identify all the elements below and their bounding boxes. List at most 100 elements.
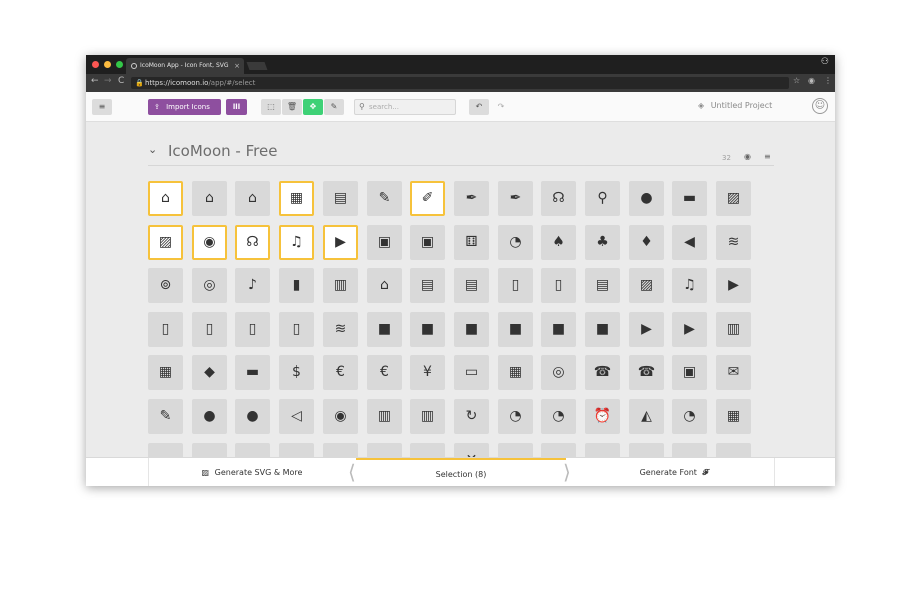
icon-tile[interactable]: ♣ [585,225,620,260]
icon-tile[interactable]: ⌂ [148,181,183,216]
icon-tile[interactable]: ◔ [541,399,576,434]
icon-tile[interactable]: ◀ [672,225,707,260]
icon-tile[interactable]: ▯ [148,312,183,347]
select-tool-button[interactable]: ⬚ [261,99,281,115]
icon-tile[interactable]: ▦ [279,181,314,216]
icon-tile[interactable]: ⌂ [367,268,402,303]
address-bar[interactable]: 🔒 https://icomoon.io/app/#/select [131,77,789,89]
icon-tile[interactable]: ▶ [672,312,707,347]
set-menu-icon[interactable]: ≡ [764,152,771,161]
icon-tile[interactable]: ▦ [148,355,183,390]
edit-tool-button[interactable]: ✎ [324,99,344,115]
icon-tile[interactable]: ▯ [498,268,533,303]
icon-tile[interactable]: ◁ [279,399,314,434]
icon-tile[interactable]: ♪ [235,268,270,303]
icon-tile[interactable]: ☊ [541,181,576,216]
icon-tile[interactable]: € [323,355,358,390]
icon-tile[interactable]: ≋ [716,225,751,260]
icon-tile[interactable]: ■ [410,312,445,347]
icon-tile[interactable]: ♫ [279,225,314,260]
minimize-window-button[interactable] [104,61,111,68]
icon-tile[interactable]: ✐ [410,181,445,216]
icon-tile[interactable]: ♠ [541,225,576,260]
icon-tile[interactable]: ⊚ [148,268,183,303]
import-icons-button[interactable]: ⇪ Import Icons [148,99,221,115]
account-smiley-icon[interactable]: ☺ [812,98,828,114]
icon-tile[interactable]: ▨ [148,225,183,260]
forward-icon[interactable]: → [104,76,112,86]
icon-tile[interactable]: ☎ [629,355,664,390]
icon-tile[interactable]: ✉ [716,355,751,390]
icon-tile[interactable]: ▤ [454,268,489,303]
icon-tile[interactable]: ⏰ [585,399,620,434]
icon-tile[interactable]: ⌂ [235,181,270,216]
undo-button[interactable]: ↶ [469,99,489,115]
browser-menu-icon[interactable]: ⋮ [824,76,832,85]
bookmark-star-icon[interactable]: ☆ [793,76,800,85]
icon-tile[interactable]: ● [235,399,270,434]
back-icon[interactable]: ← [91,76,99,86]
icon-tile[interactable]: ▯ [279,312,314,347]
icon-tile[interactable]: ▨ [716,181,751,216]
icon-tile[interactable]: ⌂ [192,181,227,216]
icon-tile[interactable]: ▤ [410,268,445,303]
icon-tile[interactable]: ⚅ [454,225,489,260]
icon-tile[interactable]: ▶ [629,312,664,347]
icon-tile[interactable]: ▨ [629,268,664,303]
move-tool-button[interactable]: ✥ [303,99,323,115]
icon-tile[interactable]: ☊ [235,225,270,260]
icon-tile[interactable]: ♦ [629,225,664,260]
icon-tile[interactable]: ☎ [585,355,620,390]
icon-tile[interactable]: ◉ [192,225,227,260]
reload-icon[interactable]: C [118,76,124,86]
icon-tile[interactable]: ⚲ [585,181,620,216]
icon-tile[interactable]: ✒ [498,181,533,216]
redo-button[interactable]: ↷ [491,99,511,115]
icon-tile[interactable]: ● [192,399,227,434]
icon-tile[interactable]: ◔ [498,399,533,434]
icon-tile[interactable]: ▬ [235,355,270,390]
icon-tile[interactable]: ▥ [367,399,402,434]
close-window-button[interactable] [92,61,99,68]
icon-tile[interactable]: ▥ [716,312,751,347]
icon-tile[interactable]: ▮ [279,268,314,303]
icon-tile[interactable]: ◎ [541,355,576,390]
icon-tile[interactable]: ▤ [585,268,620,303]
icon-tile[interactable]: $ [279,355,314,390]
icon-tile[interactable]: ▦ [716,399,751,434]
icon-tile[interactable]: ¥ [410,355,445,390]
icon-tile[interactable]: ▯ [192,312,227,347]
new-tab-button[interactable] [246,62,268,70]
icon-tile[interactable]: ≋ [323,312,358,347]
icon-tile[interactable]: ♫ [672,268,707,303]
visibility-eye-icon[interactable]: ◉ [744,152,751,161]
icon-tile[interactable]: ● [629,181,664,216]
icon-tile[interactable]: ▯ [235,312,270,347]
icon-tile[interactable]: ▶ [323,225,358,260]
icon-tile[interactable]: € [367,355,402,390]
icon-tile[interactable]: ◉ [323,399,358,434]
icon-tile[interactable]: ▭ [454,355,489,390]
user-profile-icon[interactable]: ⚇ [821,57,829,67]
browser-tab[interactable]: IcoMoon App - Icon Font, SVG × [126,58,244,74]
selection-tab[interactable]: Selection (8) [356,458,566,486]
delete-tool-button[interactable]: 🗑 [282,99,302,115]
collapse-chevron-icon[interactable]: ⌄ [148,143,157,156]
tab-close-icon[interactable]: × [234,58,240,74]
icon-tile[interactable]: ■ [454,312,489,347]
icon-set-title[interactable]: IcoMoon - Free [168,142,277,160]
icon-tile[interactable]: ■ [585,312,620,347]
icon-tile[interactable]: ▥ [323,268,358,303]
icon-tile[interactable]: ■ [498,312,533,347]
icon-library-button[interactable]: lll [226,99,247,115]
icon-tile[interactable]: ▯ [541,268,576,303]
icon-tile[interactable]: ◆ [192,355,227,390]
extension-icon[interactable]: ◉ [808,76,815,85]
icon-tile[interactable]: ✎ [367,181,402,216]
icon-tile[interactable]: ▣ [410,225,445,260]
project-name[interactable]: ◈ Untitled Project [698,101,772,110]
icon-tile[interactable]: ↻ [454,399,489,434]
search-input[interactable]: ⚲ search... [354,99,456,115]
icon-tile[interactable]: ✎ [148,399,183,434]
icon-tile[interactable]: ◭ [629,399,664,434]
